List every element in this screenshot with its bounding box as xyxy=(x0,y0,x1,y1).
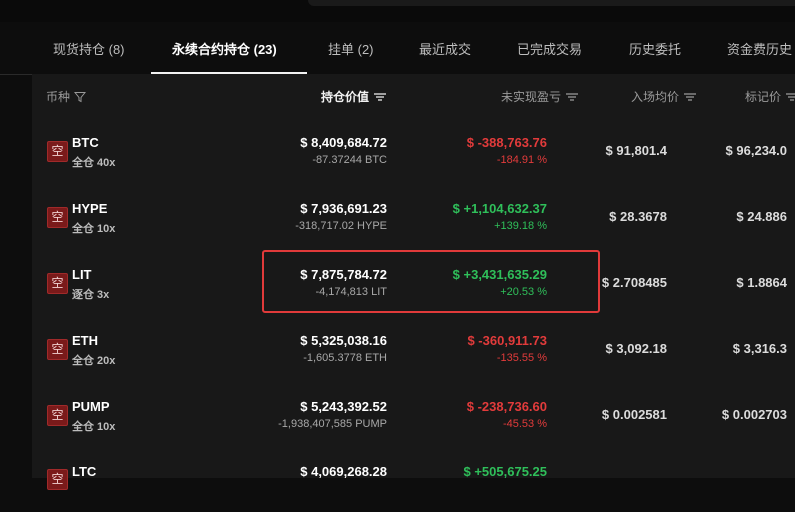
short-badge: 空 xyxy=(47,469,68,490)
row-leverage[interactable]: 全仓 10x xyxy=(72,418,115,434)
row-mark-price: $ 0.002703 xyxy=(721,407,787,422)
header-mark-price-label: 标记价 xyxy=(744,90,781,104)
row-quantity: -1,605.3778 ETH xyxy=(303,352,387,364)
row-entry-price: $ 3,092.18 xyxy=(605,341,667,356)
sort-icon[interactable] xyxy=(785,92,795,102)
row-pnl-percent: -184.91 % xyxy=(496,154,547,166)
row-entry-price: $ 2.708485 xyxy=(601,275,667,290)
row-position-value: $ 4,069,268.28 xyxy=(300,464,387,479)
header-entry-price[interactable]: 入场均价 xyxy=(631,88,697,105)
row-pnl-percent: -45.53 % xyxy=(502,418,547,430)
header-position-value[interactable]: 持仓价值 xyxy=(321,88,387,105)
row-quantity: -318,717.02 HYPE xyxy=(295,220,387,232)
header-entry-price-label: 入场均价 xyxy=(630,90,679,104)
header-position-value-label: 持仓价值 xyxy=(320,90,369,104)
row-leverage[interactable]: 全仓 40x xyxy=(72,154,115,170)
row-symbol: PUMP xyxy=(72,399,110,414)
tab-completed-trades[interactable]: 已完成交易 xyxy=(517,39,582,58)
filter-icon[interactable] xyxy=(74,91,87,103)
row-quantity: -87.37244 BTC xyxy=(312,154,387,166)
row-entry-price: $ 91,801.4 xyxy=(605,143,667,158)
row-symbol: BTC xyxy=(72,135,99,150)
row-mark-price: $ 96,234.0 xyxy=(725,143,787,158)
row-entry-price: $ 0.002581 xyxy=(601,407,667,422)
row-pnl: $ +505,675.25 xyxy=(463,464,548,479)
top-strip-cap xyxy=(308,0,795,6)
row-entry-price: $ 28.3678 xyxy=(609,209,667,224)
row-quantity: -1,938,407,585 PUMP xyxy=(278,418,387,430)
table-row-eth[interactable]: 空 ETH 全仓 20x $ 5,325,038.16 -1,605.3778 … xyxy=(32,314,795,380)
row-position-value: $ 5,243,392.52 xyxy=(300,399,387,414)
row-position-value: $ 8,409,684.72 xyxy=(300,135,387,150)
row-leverage[interactable]: 逐仓 3x xyxy=(72,286,109,302)
row-symbol: HYPE xyxy=(72,201,108,216)
row-pnl-percent: -135.55 % xyxy=(496,352,547,364)
top-strip xyxy=(0,0,795,22)
short-badge: 空 xyxy=(47,339,68,360)
row-position-value: $ 5,325,038.16 xyxy=(300,333,387,348)
header-coin[interactable]: 币种 xyxy=(46,88,87,105)
row-mark-price: $ 24.886 xyxy=(736,209,787,224)
row-pnl: $ -238,736.60 xyxy=(466,399,547,414)
short-badge: 空 xyxy=(47,273,68,294)
tab-spot-positions[interactable]: 现货持仓 (8) xyxy=(53,39,125,58)
tab-recent-trades[interactable]: 最近成交 xyxy=(419,39,471,58)
table-row-hype[interactable]: 空 HYPE 全仓 10x $ 7,936,691.23 -318,717.02… xyxy=(32,182,795,248)
highlight-box xyxy=(262,250,600,313)
row-symbol: ETH xyxy=(72,333,98,348)
row-symbol: LTC xyxy=(72,464,97,479)
sort-icon[interactable] xyxy=(373,92,387,102)
table-row-pump[interactable]: 空 PUMP 全仓 10x $ 5,243,392.52 -1,938,407,… xyxy=(32,380,795,446)
short-badge: 空 xyxy=(47,141,68,162)
sort-icon[interactable] xyxy=(565,92,579,102)
tab-bar: 现货持仓 (8) 永续合约持仓 (23) 挂单 (2) 最近成交 已完成交易 历… xyxy=(0,22,795,75)
header-coin-label: 币种 xyxy=(46,90,71,104)
tab-funding-history[interactable]: 资金费历史 xyxy=(727,39,792,58)
header-unrealized-pnl-label: 未实现盈亏 xyxy=(500,90,561,104)
tab-perp-positions[interactable]: 永续合约持仓 (23) xyxy=(172,39,277,58)
tab-open-orders[interactable]: 挂单 (2) xyxy=(328,39,374,58)
short-badge: 空 xyxy=(47,207,68,228)
row-pnl-percent: +139.18 % xyxy=(494,220,547,232)
row-leverage[interactable]: 全仓 10x xyxy=(72,220,115,236)
row-symbol: LIT xyxy=(72,267,92,282)
row-mark-price: $ 3,316.3 xyxy=(732,341,787,356)
table-row-ltc[interactable]: 空 LTC $ 4,069,268.28 $ +505,675.25 xyxy=(32,446,795,512)
row-pnl: $ -388,763.76 xyxy=(466,135,547,150)
sort-icon[interactable] xyxy=(683,92,697,102)
short-badge: 空 xyxy=(47,405,68,426)
header-mark-price[interactable]: 标记价 xyxy=(745,88,795,105)
table-row-btc[interactable]: 空 BTC 全仓 40x $ 8,409,684.72 -87.37244 BT… xyxy=(32,116,795,182)
row-leverage[interactable]: 全仓 20x xyxy=(72,352,115,368)
row-pnl: $ +1,104,632.37 xyxy=(452,201,547,216)
header-unrealized-pnl[interactable]: 未实现盈亏 xyxy=(501,88,579,105)
row-position-value: $ 7,936,691.23 xyxy=(300,201,387,216)
tab-order-history[interactable]: 历史委托 xyxy=(629,39,681,58)
row-pnl: $ -360,911.73 xyxy=(467,333,547,348)
row-mark-price: $ 1.8864 xyxy=(736,275,787,290)
